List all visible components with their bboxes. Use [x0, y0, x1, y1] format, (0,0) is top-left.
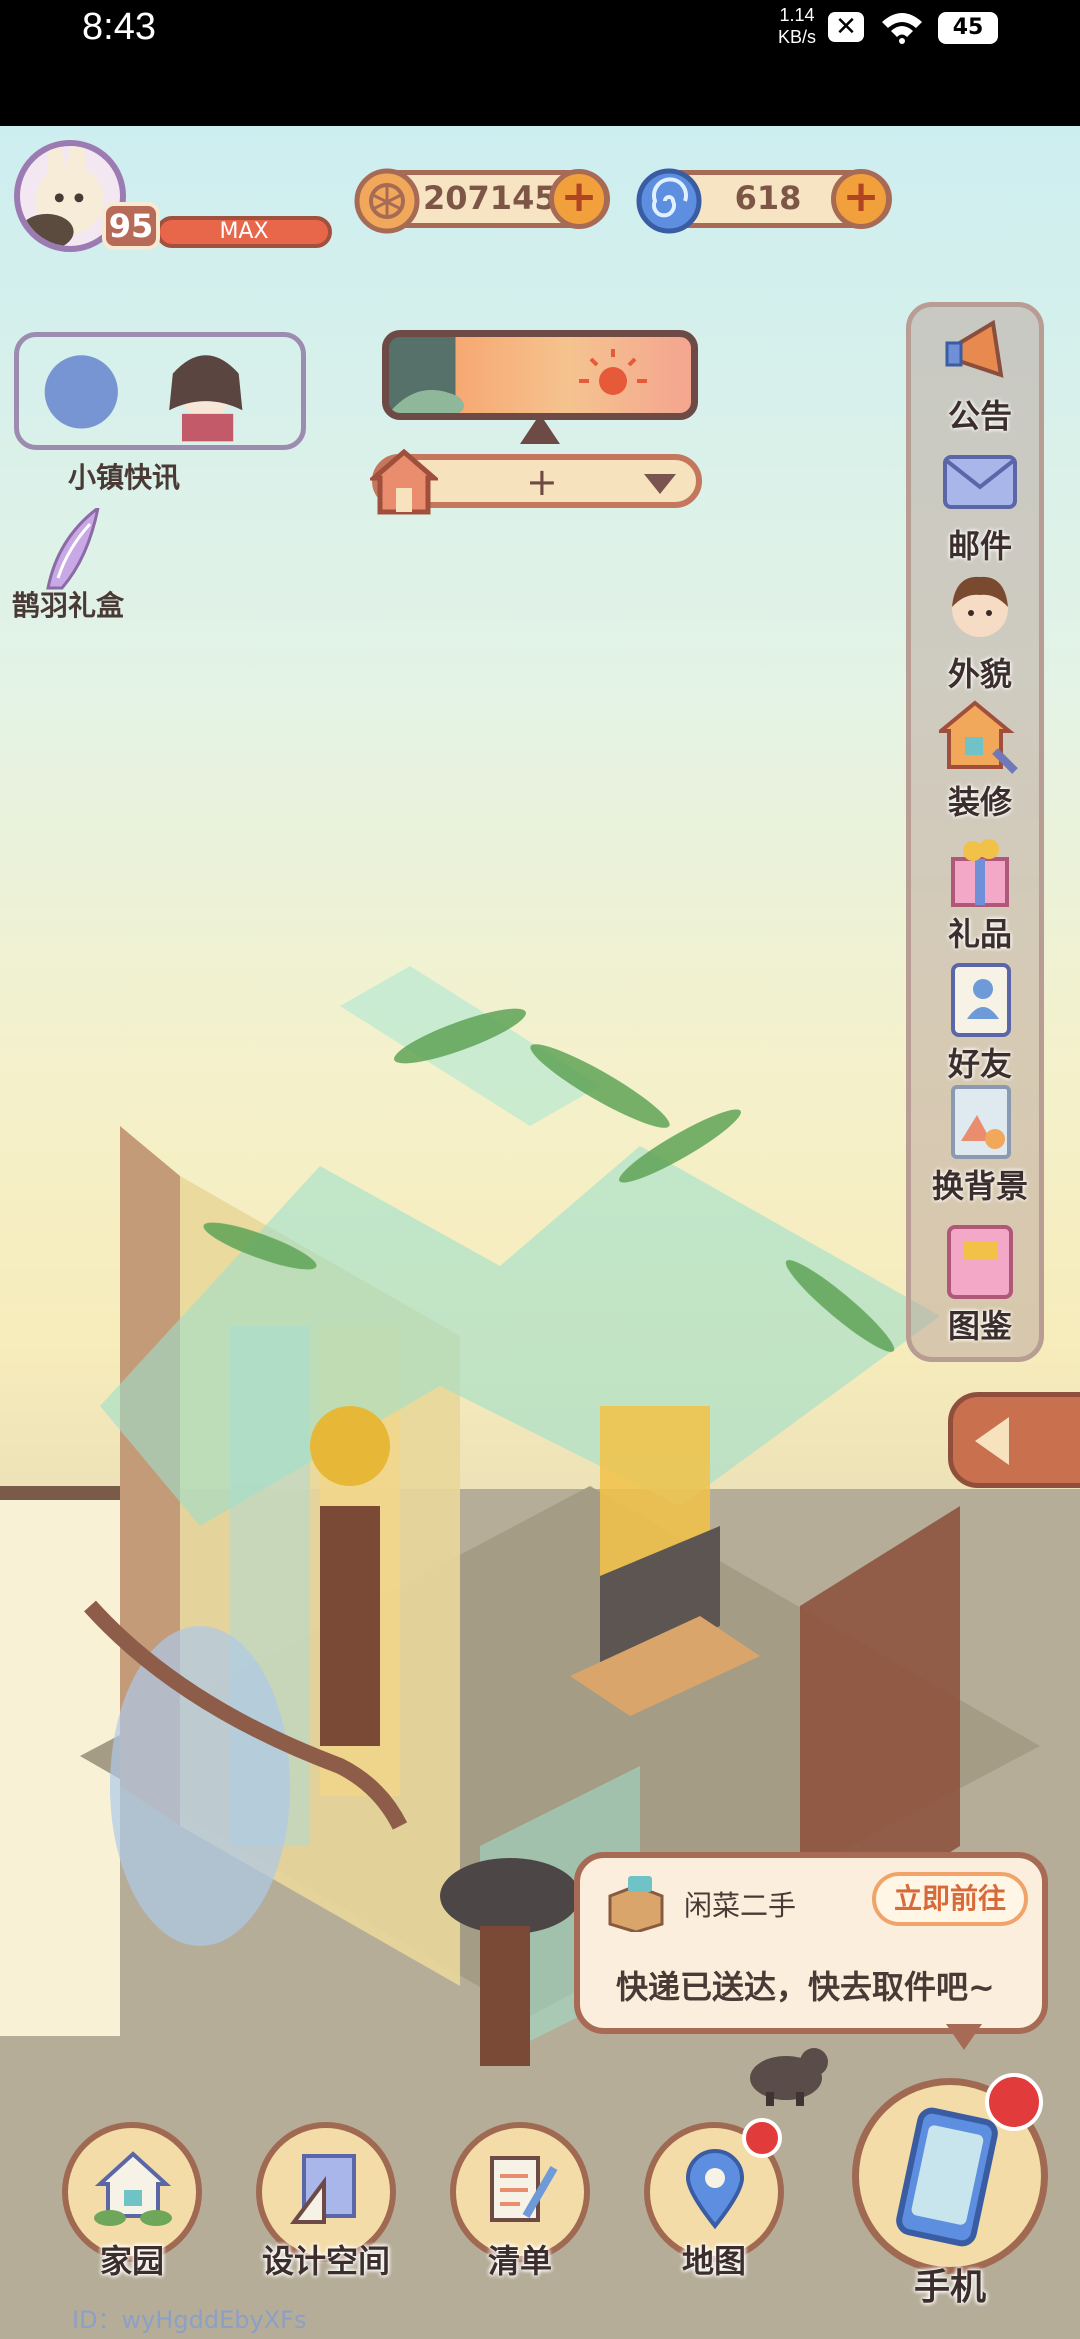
- home-garden-icon: [94, 2151, 172, 2226]
- go-now-button[interactable]: 立即前往: [872, 1872, 1028, 1926]
- right-side-menu: 公告 邮件 外貌 装修 礼品 好友 换背景 图鉴: [906, 302, 1044, 1362]
- player-id: ID：wyHgddEbyXFs: [72, 2306, 307, 2334]
- menu-label-gift: 礼品: [947, 915, 1012, 953]
- map-notification-dot: [742, 2118, 782, 2158]
- gift-box-icon: [951, 839, 1009, 907]
- menu-label-announcement: 公告: [947, 397, 1012, 435]
- landscape-picture-icon: [951, 1085, 1011, 1159]
- town-news-card[interactable]: [14, 332, 306, 450]
- menu-item-background[interactable]: 换背景: [901, 1081, 1059, 1211]
- nav-list-label[interactable]: 清单: [420, 2236, 620, 2282]
- time-of-day-panel[interactable]: [382, 330, 698, 420]
- nav-map-label[interactable]: 地图: [614, 2236, 814, 2282]
- news-illustration: [44, 355, 243, 442]
- phone-notification-dot: [985, 2073, 1043, 2131]
- coin-icon: [354, 168, 420, 234]
- parcel-box-icon: [608, 1876, 664, 1932]
- level-badge: 95: [102, 202, 160, 250]
- menu-label-background: 换背景: [931, 1167, 1028, 1205]
- add-coins-button[interactable]: +: [549, 169, 609, 229]
- smartphone-icon: [896, 2107, 998, 2247]
- coin-amount: 2071452: [423, 179, 579, 217]
- network-speed-unit: KB/s: [778, 27, 817, 47]
- add-gems-button[interactable]: +: [831, 169, 891, 229]
- menu-item-announcement[interactable]: 公告: [911, 311, 1049, 441]
- level-progress-bar: MAX: [156, 216, 332, 248]
- side-table[interactable]: [480, 1926, 530, 2066]
- network-speed-value: 1.14: [779, 5, 815, 25]
- nav-home-label[interactable]: 家园: [32, 2236, 232, 2282]
- time-pointer-icon: [520, 414, 560, 444]
- coin-balance: 2071452 +: [354, 168, 610, 234]
- menu-item-gift[interactable]: 礼品: [911, 829, 1049, 959]
- network-speed: 1.14 KB/s: [778, 4, 816, 48]
- house-icon: [370, 448, 438, 515]
- nav-phone-button[interactable]: [852, 2073, 1048, 2274]
- notice-tail: [946, 2024, 982, 2050]
- round-tea-table[interactable]: [440, 1858, 580, 1934]
- plant-stand[interactable]: [320, 1506, 380, 1746]
- menu-item-mail[interactable]: 邮件: [911, 441, 1049, 571]
- delivery-notification[interactable]: 闲菜二手 立即前往 快递已送达，快去取件吧~: [574, 1852, 1048, 2034]
- magpie-gift-box-label[interactable]: 鹊羽礼盒: [12, 584, 124, 624]
- envelope-icon: [943, 455, 1017, 509]
- swirl-gem-icon: [636, 168, 702, 234]
- menu-label-friends: 好友: [947, 1045, 1012, 1083]
- gem-balance: 618 +: [636, 168, 892, 234]
- collapse-menu-button[interactable]: [948, 1392, 1080, 1488]
- battery-icon: 45: [938, 12, 998, 44]
- menu-item-friends[interactable]: 好友: [911, 959, 1049, 1089]
- nav-design-label[interactable]: 设计空间: [226, 2236, 426, 2282]
- checklist-pen-icon: [490, 2156, 558, 2222]
- gem-amount: 618: [734, 179, 802, 217]
- chevron-down-icon[interactable]: [644, 474, 676, 494]
- close-notification-icon: ✕: [828, 12, 864, 42]
- menu-label-appearance: 外貌: [947, 655, 1012, 693]
- character-icon: [952, 576, 1008, 637]
- wifi-icon: [882, 13, 922, 44]
- nav-phone-label[interactable]: 手机: [850, 2258, 1050, 2310]
- status-time: 8:43: [82, 6, 156, 48]
- feather-gift-icon[interactable]: [38, 508, 108, 592]
- menu-item-appearance[interactable]: 外貌: [911, 569, 1049, 699]
- album-book-icon: [947, 1225, 1013, 1299]
- status-bar: 8:43 1.14 KB/s ✕ 45: [0, 0, 1080, 126]
- menu-label-mail: 邮件: [947, 527, 1012, 565]
- notice-message: 快递已送达，快去取件吧~: [616, 1968, 995, 2006]
- moon-gate-screen[interactable]: [110, 1626, 290, 1946]
- contacts-book-icon: [951, 963, 1011, 1037]
- add-room-button[interactable]: +: [526, 460, 558, 504]
- arrow-left-icon: [975, 1417, 1009, 1465]
- menu-item-decorate[interactable]: 装修: [911, 697, 1049, 827]
- menu-label-collection: 图鉴: [947, 1307, 1012, 1345]
- flower-bouquet: [310, 1406, 390, 1486]
- megaphone-icon: [945, 319, 1004, 378]
- goat-pet[interactable]: [736, 2038, 836, 2108]
- map-pin-icon: [685, 2149, 745, 2230]
- town-news-label: 小镇快讯: [68, 461, 181, 494]
- menu-label-decorate: 装修: [947, 783, 1012, 821]
- sunset-sun-icon: [389, 349, 647, 413]
- blueprint-ruler-icon: [290, 2154, 356, 2224]
- house-wrench-icon: [939, 700, 1018, 774]
- room-selector[interactable]: +: [370, 448, 702, 515]
- menu-item-collection[interactable]: 图鉴: [911, 1221, 1049, 1351]
- notice-source: 闲菜二手: [684, 1889, 797, 1922]
